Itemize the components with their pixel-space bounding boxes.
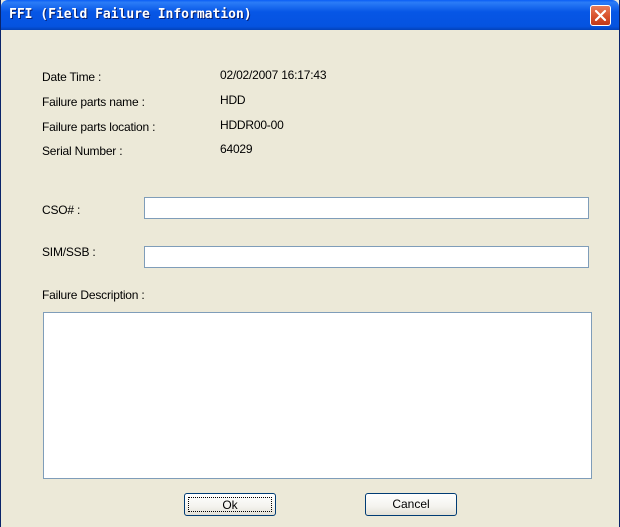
cancel-button[interactable]: Cancel: [365, 493, 457, 516]
serial-number-value: 64029: [220, 142, 253, 156]
close-icon: [594, 9, 607, 22]
dialog-window: FFI (Field Failure Information) Date Tim…: [0, 0, 620, 527]
date-time-value: 02/02/2007 16:17:43: [220, 68, 327, 82]
cancel-button-label: Cancel: [392, 497, 430, 511]
ok-button-label: Ok: [188, 497, 272, 512]
cso-input[interactable]: [144, 197, 589, 219]
serial-number-label: Serial Number :: [42, 144, 123, 158]
sim-ssb-label: SIM/SSB :: [42, 245, 96, 259]
parts-location-value: HDDR00-00: [220, 118, 284, 132]
parts-location-label: Failure parts location :: [42, 120, 156, 134]
parts-name-value: HDD: [220, 93, 246, 107]
close-button[interactable]: [590, 5, 611, 26]
title-bar[interactable]: FFI (Field Failure Information): [1, 0, 619, 30]
date-time-label: Date Time :: [42, 70, 102, 84]
failure-description-label: Failure Description :: [42, 288, 145, 302]
window-title: FFI (Field Failure Information): [9, 7, 252, 22]
cso-label: CSO# :: [42, 203, 81, 217]
ok-button[interactable]: Ok: [184, 493, 276, 516]
failure-description-textarea[interactable]: [43, 312, 592, 479]
parts-name-label: Failure parts name :: [42, 95, 145, 109]
sim-ssb-input[interactable]: [144, 246, 589, 268]
dialog-body: Date Time : 02/02/2007 16:17:43 Failure …: [1, 30, 619, 527]
